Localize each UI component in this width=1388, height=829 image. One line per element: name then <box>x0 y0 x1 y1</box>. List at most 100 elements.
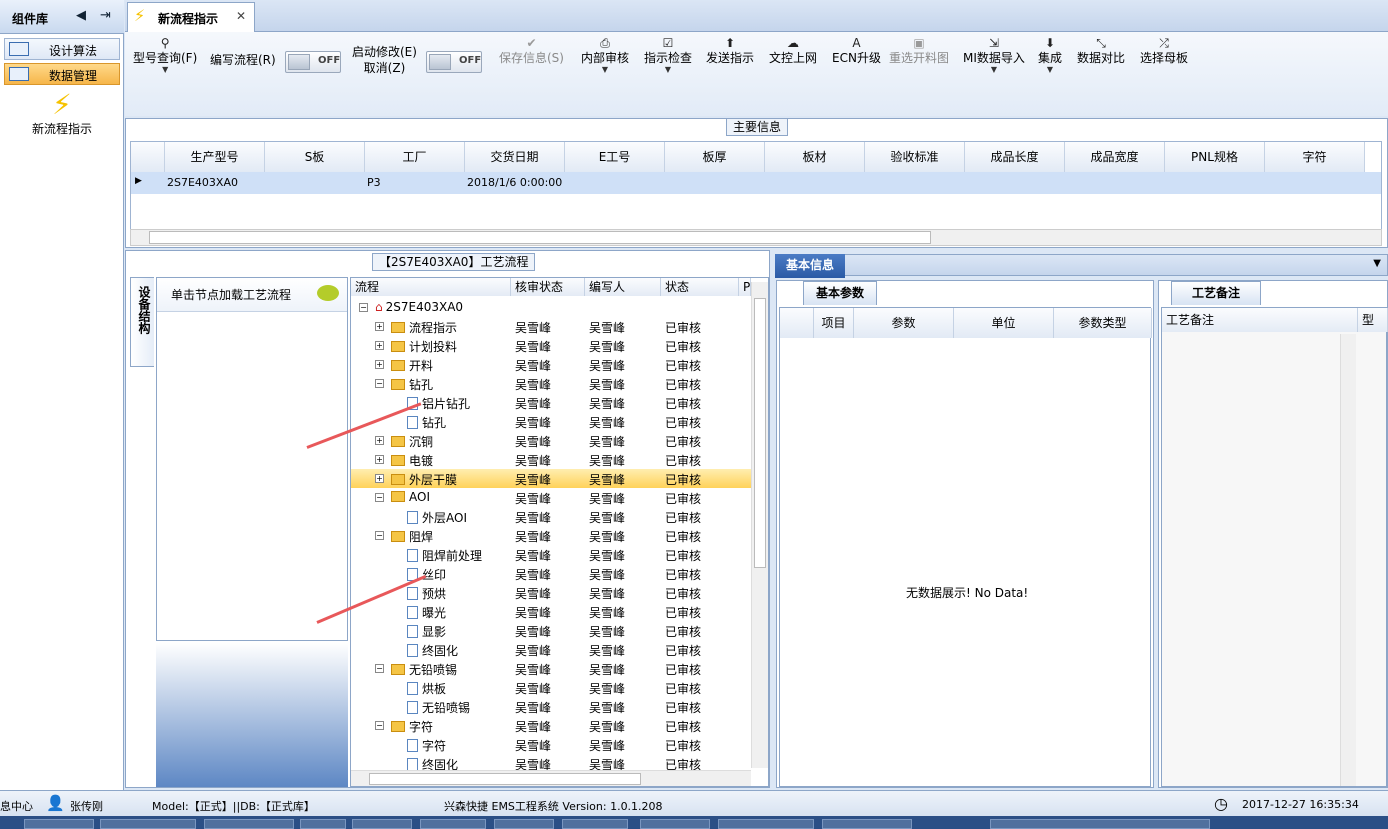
taskbar-item[interactable] <box>300 819 346 829</box>
enable-edit-toggle[interactable]: OFF <box>426 51 482 73</box>
column-header[interactable]: 交货日期 <box>465 142 565 172</box>
nav-design-algorithm[interactable]: 设计算法 <box>4 38 120 60</box>
column-header[interactable]: 字符 <box>1265 142 1365 172</box>
tree-row[interactable]: − 无铅喷锡 吴雪峰 吴雪峰 已审核 <box>351 659 751 678</box>
select-master-button[interactable]: ⤮ 选择母板 <box>1140 36 1188 66</box>
horizontal-scrollbar[interactable] <box>351 770 751 786</box>
reselect-cut-button[interactable]: ▣ 重选开料图 <box>889 36 949 66</box>
column-header[interactable]: 核审状态 <box>511 278 585 296</box>
pin-icon[interactable]: ⇥ <box>100 8 111 23</box>
expand-toggle[interactable]: + <box>375 360 384 369</box>
tree-root[interactable]: − ⌂ 2S7E403XA0 <box>351 298 751 317</box>
nav-data-management[interactable]: 数据管理 <box>4 63 120 85</box>
column-header[interactable]: 板材 <box>765 142 865 172</box>
scroll-thumb[interactable] <box>369 773 641 785</box>
vertical-scrollbar[interactable] <box>1340 334 1356 786</box>
ecn-upgrade-button[interactable]: A ECN升级 <box>832 36 881 66</box>
taskbar-item[interactable] <box>562 819 628 829</box>
taskbar-item[interactable] <box>718 819 814 829</box>
collapse-toggle[interactable]: − <box>375 664 384 673</box>
tree-row[interactable]: 烘板 吴雪峰 吴雪峰 已审核 <box>351 678 751 697</box>
edit-flow-toggle[interactable]: OFF <box>285 51 341 73</box>
model-query-button[interactable]: ⚲ 型号查询(F) ▼ <box>133 36 197 74</box>
collapse-toggle[interactable]: − <box>375 493 384 502</box>
table-row[interactable]: ▶ 2S7E403XA0 P3 2018/1/6 0:00:00 <box>131 172 1381 194</box>
data-compare-button[interactable]: ⤡ 数据对比 <box>1077 36 1125 66</box>
column-header[interactable]: 流程 <box>351 278 511 296</box>
column-header[interactable]: 参数 <box>854 308 954 338</box>
taskbar-item[interactable] <box>352 819 412 829</box>
expand-toggle[interactable]: + <box>375 474 384 483</box>
tab-basic-params[interactable]: 基本参数 <box>803 281 877 305</box>
collapse-toggle[interactable]: − <box>359 303 368 312</box>
column-header[interactable]: E工号 <box>565 142 665 172</box>
scroll-thumb[interactable] <box>149 231 931 244</box>
tree-row[interactable]: + 电镀 吴雪峰 吴雪峰 已审核 <box>351 450 751 469</box>
column-header[interactable]: 工艺备注 <box>1162 308 1358 332</box>
collapse-left-icon[interactable]: ◀ <box>76 8 86 23</box>
tree-row[interactable]: 预烘 吴雪峰 吴雪峰 已审核 <box>351 583 751 602</box>
tree-row[interactable]: 曝光 吴雪峰 吴雪峰 已审核 <box>351 602 751 621</box>
tree-row[interactable]: 无铅喷锡 吴雪峰 吴雪峰 已审核 <box>351 697 751 716</box>
taskbar-item[interactable] <box>100 819 196 829</box>
column-header[interactable]: 成品宽度 <box>1065 142 1165 172</box>
tree-row[interactable]: 终固化 吴雪峰 吴雪峰 已审核 <box>351 640 751 659</box>
side-tab-equipment-structure[interactable]: 设备结构 <box>130 277 154 367</box>
column-header[interactable]: 生产型号 <box>165 142 265 172</box>
tab-process-notes[interactable]: 工艺备注 <box>1171 281 1261 305</box>
taskbar-item[interactable] <box>24 819 94 829</box>
check-instructions-button[interactable]: ☑ 指示检查 ▼ <box>644 36 692 74</box>
expand-toggle[interactable]: + <box>375 341 384 350</box>
tree-row[interactable]: 阻焊前处理 吴雪峰 吴雪峰 已审核 <box>351 545 751 564</box>
tree-row[interactable]: − AOI 吴雪峰 吴雪峰 已审核 <box>351 488 751 507</box>
send-instructions-button[interactable]: ⬆ 发送指示 <box>706 36 754 66</box>
new-flow-instruction-item[interactable]: ⚡ 新流程指示 <box>20 90 104 142</box>
tree-row[interactable]: + 沉铜 吴雪峰 吴雪峰 已审核 <box>351 431 751 450</box>
tree-row[interactable]: + 开料 吴雪峰 吴雪峰 已审核 <box>351 355 751 374</box>
collapse-toggle[interactable]: − <box>375 531 384 540</box>
column-header[interactable]: PNL规格 <box>1165 142 1265 172</box>
column-header[interactable]: 单位 <box>954 308 1054 338</box>
tree-row[interactable]: 钻孔 吴雪峰 吴雪峰 已审核 <box>351 412 751 431</box>
expand-toggle[interactable]: + <box>375 455 384 464</box>
upload-doc-button[interactable]: ☁ 文控上网 <box>769 36 817 66</box>
vertical-scrollbar[interactable] <box>751 282 768 768</box>
tab-basic-info[interactable]: 基本信息 <box>775 254 845 278</box>
column-header[interactable]: Pl <box>739 278 751 296</box>
integrate-button[interactable]: ⬇ 集成 ▼ <box>1038 36 1062 74</box>
save-info-button[interactable]: ✔ 保存信息(S) <box>499 36 564 66</box>
taskbar-item[interactable] <box>494 819 554 829</box>
tree-row[interactable]: − 钻孔 吴雪峰 吴雪峰 已审核 <box>351 374 751 393</box>
dropdown-arrow-icon[interactable]: ▼ <box>1373 258 1381 269</box>
taskbar-item[interactable] <box>990 819 1210 829</box>
message-center[interactable]: 息中心 <box>0 798 33 814</box>
column-header[interactable]: 型 <box>1358 308 1388 332</box>
column-header[interactable]: 状态 <box>661 278 739 296</box>
expand-toggle[interactable]: + <box>375 436 384 445</box>
tree-row[interactable]: − 字符 吴雪峰 吴雪峰 已审核 <box>351 716 751 735</box>
expand-toggle[interactable]: + <box>375 322 384 331</box>
collapse-toggle[interactable]: − <box>375 721 384 730</box>
column-header[interactable]: 项目 <box>814 308 854 338</box>
column-header[interactable]: 验收标准 <box>865 142 965 172</box>
tab-new-flow-instruction[interactable]: ⚡ 新流程指示 ✕ <box>127 2 255 32</box>
horizontal-scrollbar[interactable] <box>130 229 1382 246</box>
tree-row[interactable]: 外层AOI 吴雪峰 吴雪峰 已审核 <box>351 507 751 526</box>
taskbar-item[interactable] <box>640 819 710 829</box>
tree-row[interactable]: 字符 吴雪峰 吴雪峰 已审核 <box>351 735 751 754</box>
column-header[interactable]: 编写人 <box>585 278 661 296</box>
mi-import-button[interactable]: ⇲ MI数据导入 ▼ <box>963 36 1025 74</box>
tree-row[interactable]: − 阻焊 吴雪峰 吴雪峰 已审核 <box>351 526 751 545</box>
column-header[interactable]: 参数类型 <box>1054 308 1152 338</box>
tree-row[interactable]: + 外层干膜 吴雪峰 吴雪峰 已审核 <box>351 469 751 488</box>
column-header[interactable]: S板 <box>265 142 365 172</box>
column-header[interactable]: 板厚 <box>665 142 765 172</box>
column-header[interactable]: 工厂 <box>365 142 465 172</box>
collapse-toggle[interactable]: − <box>375 379 384 388</box>
taskbar-item[interactable] <box>420 819 486 829</box>
taskbar-item[interactable] <box>204 819 294 829</box>
internal-review-button[interactable]: ⎙ 内部审核 ▼ <box>581 36 629 74</box>
tree-row[interactable]: 显影 吴雪峰 吴雪峰 已审核 <box>351 621 751 640</box>
column-header[interactable]: 成品长度 <box>965 142 1065 172</box>
tree-row[interactable]: + 流程指示 吴雪峰 吴雪峰 已审核 <box>351 317 751 336</box>
